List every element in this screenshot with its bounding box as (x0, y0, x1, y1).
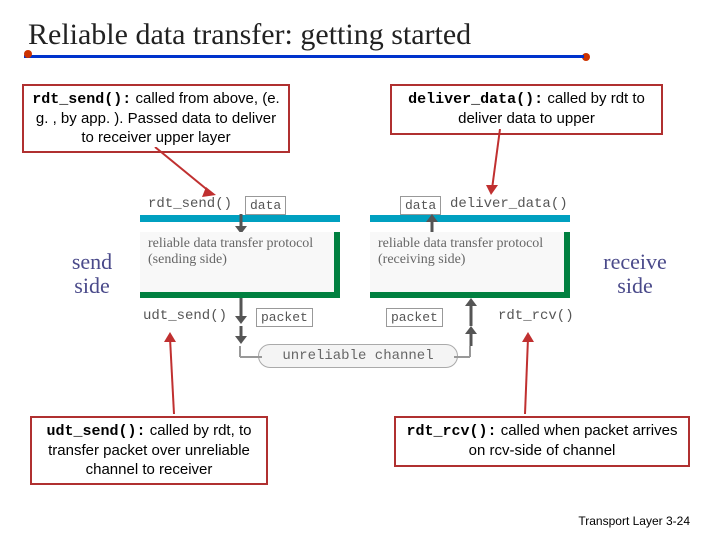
channel-box: unreliable channel (258, 344, 458, 368)
slide-title: Reliable data transfer: getting started (28, 18, 471, 52)
arrow-down2-icon (232, 298, 250, 326)
footer-chapter: Transport Layer (578, 514, 666, 528)
arrow-up-icon (423, 214, 441, 234)
proto-recv-box: reliable data transfer protocol (receivi… (370, 232, 570, 298)
slide-footer: Transport Layer 3-24 (578, 514, 690, 528)
arrow-up2-icon (462, 298, 480, 326)
label-receive-side: receive side (595, 250, 675, 298)
data-box-recv: data (400, 196, 441, 215)
box-rdt-rcv: rdt_rcv(): called when packet arrives on… (394, 416, 690, 467)
fn-rdt-rcv: rdt_rcv(): (407, 423, 497, 440)
fn-deliver-data: deliver_data(): (408, 91, 543, 108)
data-box-send: data (245, 196, 286, 215)
title-text: Reliable data transfer: getting started (28, 18, 471, 51)
packet-box-recv: packet (386, 308, 443, 327)
fn-udt-send: udt_send(): (47, 423, 146, 440)
arrow-from-channel-icon (462, 326, 480, 346)
label-send-side: send side (62, 250, 122, 298)
box-udt-send: udt_send(): called by rdt, to transfer p… (30, 416, 268, 485)
channel-left-connector (196, 344, 266, 370)
callout-udt-send-icon (150, 330, 190, 420)
label-udt-send-call: udt_send() (143, 308, 227, 324)
footer-page: 3-24 (666, 514, 690, 528)
callout-deliver-data-icon (480, 129, 520, 199)
proto-send-box: reliable data transfer protocol (sending… (140, 232, 340, 298)
arrow-down-icon (232, 214, 250, 234)
callout-rdt-rcv-icon (510, 330, 550, 420)
callout-rdt-send-icon (150, 147, 230, 202)
label-rdt-rcv-call: rdt_rcv() (498, 308, 574, 324)
fn-rdt-send: rdt_send(): (32, 91, 131, 108)
txt-rdt-rcv: called when packet arrives on rcv-side o… (469, 422, 678, 459)
packet-box-send: packet (256, 308, 313, 327)
arrow-to-channel-icon (232, 326, 250, 346)
app-bar-recv (370, 215, 570, 222)
box-deliver-data: deliver_data(): called by rdt to deliver… (390, 84, 663, 135)
box-rdt-send: rdt_send(): called from above, (e. g. , … (22, 84, 290, 153)
